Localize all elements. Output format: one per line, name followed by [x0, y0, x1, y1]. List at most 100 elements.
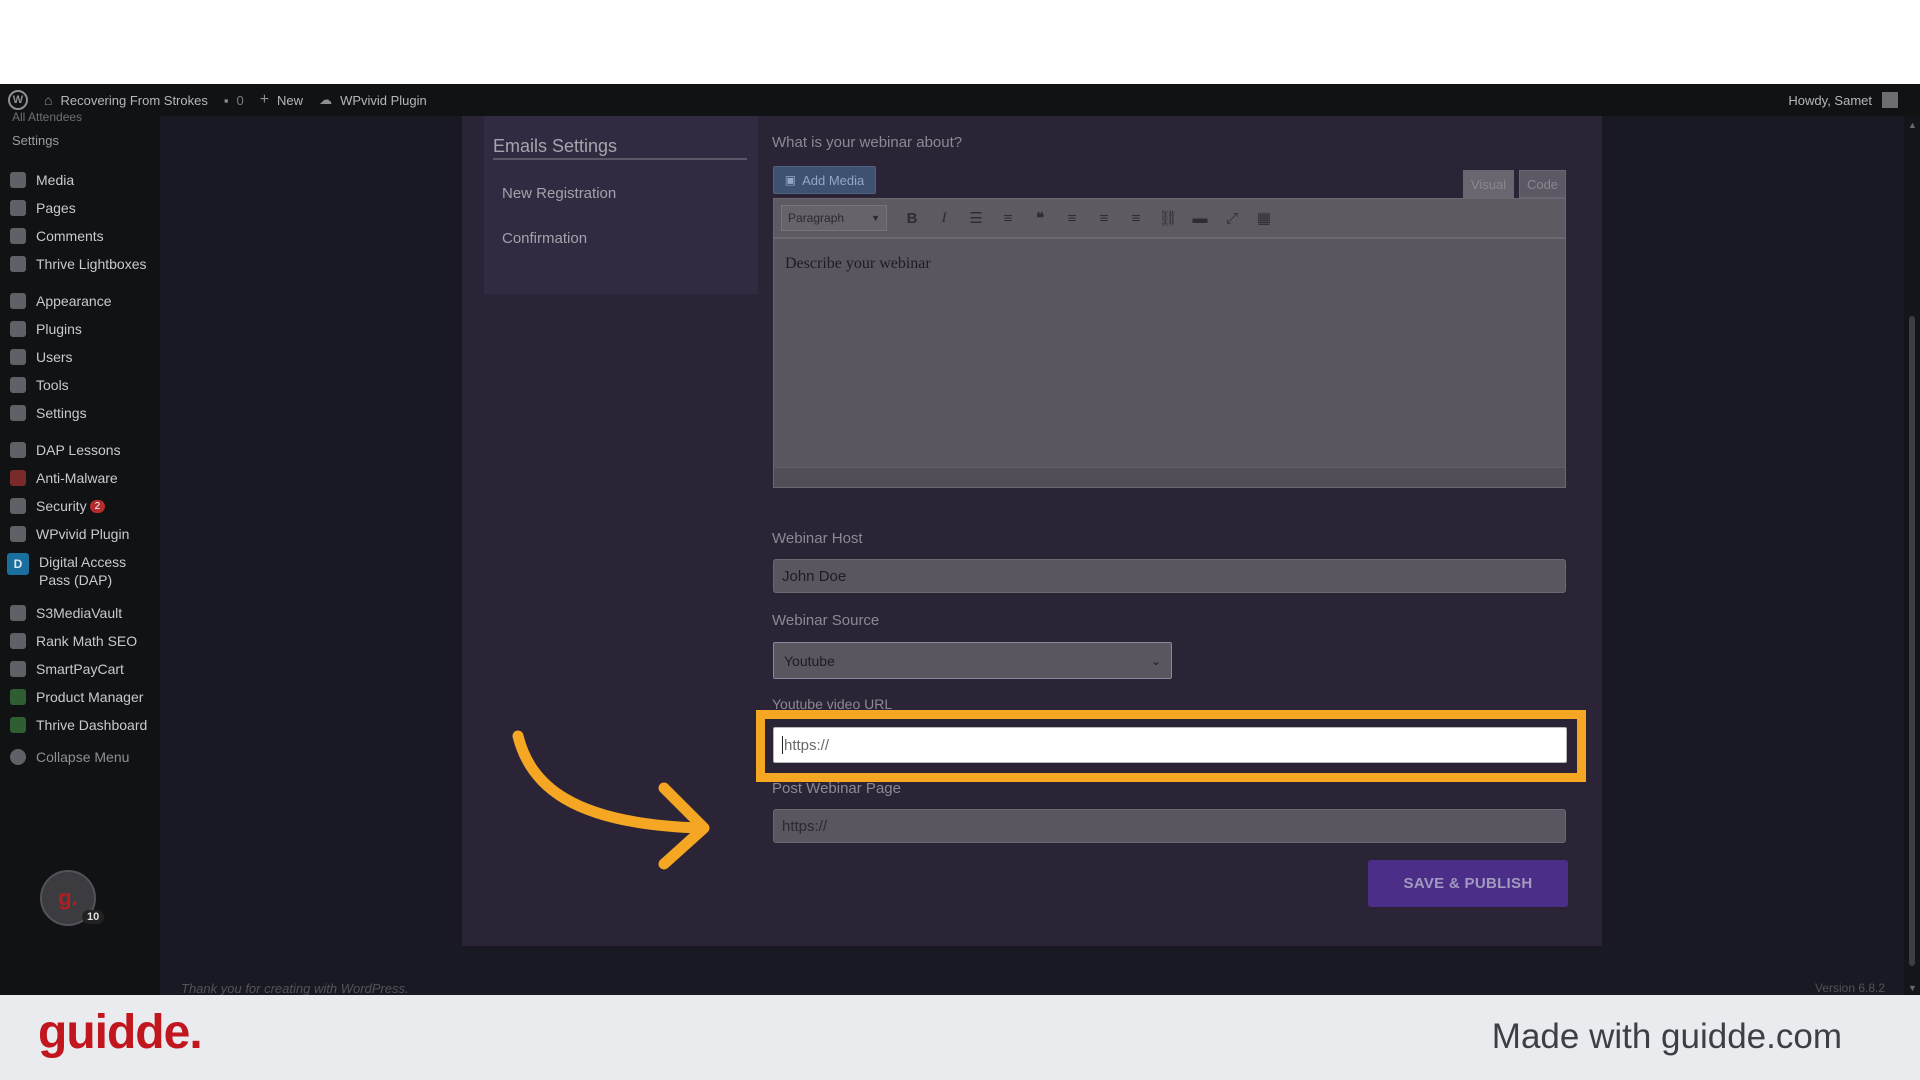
- align-center-icon[interactable]: ≡: [1091, 205, 1117, 231]
- sidebar-item-label: Pages: [36, 200, 76, 216]
- sidebar-item-security[interactable]: Security 2: [0, 497, 160, 515]
- sidebar-item-wpvivid[interactable]: WPvivid Plugin: [0, 525, 160, 543]
- webinar-description-editor[interactable]: Describe your webinar: [773, 238, 1566, 488]
- sidebar-item-thrive-lightboxes[interactable]: Thrive Lightboxes: [0, 255, 160, 273]
- sidebar-item-label: Appearance: [36, 293, 112, 309]
- sidebar-item-smartpaycart[interactable]: SmartPayCart: [0, 660, 160, 678]
- host-label: Webinar Host: [772, 530, 863, 547]
- editor-toolbar: Paragraph ▼ B I ☰ ≡ ❝ ≡ ≡ ≡ ⛓ ▬ ⤢ ▦: [773, 198, 1566, 238]
- media-icon: [10, 172, 26, 188]
- sidebar-item-plugins[interactable]: Plugins: [0, 320, 160, 338]
- comment-bubble-icon: ▪: [223, 92, 229, 108]
- numbered-list-icon[interactable]: ≡: [995, 205, 1021, 231]
- toolbar-toggle-icon[interactable]: ▦: [1251, 205, 1277, 231]
- site-name-link[interactable]: ⌂ Recovering From Strokes: [44, 92, 208, 108]
- bullet-list-icon[interactable]: ☰: [963, 205, 989, 231]
- wordpress-logo-icon: W: [8, 90, 28, 110]
- collapse-menu-button[interactable]: Collapse Menu: [0, 748, 160, 766]
- cloud-icon: [10, 526, 26, 542]
- appearance-icon: [10, 293, 26, 309]
- book-icon: [10, 442, 26, 458]
- align-left-icon[interactable]: ≡: [1059, 205, 1085, 231]
- admin-sidebar: All Attendees Settings Media Pages Comme…: [0, 110, 160, 995]
- dap-icon: D: [7, 553, 29, 575]
- comments-count: 0: [236, 92, 244, 108]
- editor-placeholder: Describe your webinar: [785, 255, 931, 272]
- webinar-host-input[interactable]: John Doe: [773, 559, 1566, 593]
- format-select[interactable]: Paragraph ▼: [781, 205, 887, 231]
- account-menu[interactable]: Howdy, Samet: [1788, 84, 1898, 116]
- sidebar-sub-settings[interactable]: Settings: [12, 133, 59, 148]
- save-publish-button[interactable]: SAVE & PUBLISH: [1368, 860, 1568, 907]
- leaf-icon: [10, 717, 26, 733]
- post-webinar-page-input[interactable]: https://: [773, 809, 1566, 843]
- plugin-label: WPvivid Plugin: [340, 92, 427, 108]
- gear-icon: [10, 633, 26, 649]
- add-media-button[interactable]: ▣ Add Media: [773, 166, 876, 194]
- plugin-link[interactable]: ☁ WPvivid Plugin: [319, 92, 427, 108]
- link-icon[interactable]: ⛓: [1155, 205, 1181, 231]
- scroll-up-icon[interactable]: ▲: [1908, 120, 1917, 130]
- tab-code[interactable]: Code: [1519, 170, 1566, 198]
- wp-logo-link[interactable]: W: [8, 90, 28, 110]
- security-badge: 2: [89, 499, 106, 513]
- site-name: Recovering From Strokes: [60, 92, 208, 108]
- format-select-value: Paragraph: [788, 211, 845, 225]
- scroll-thumb[interactable]: [1909, 316, 1915, 966]
- sidebar-item-pages[interactable]: Pages: [0, 199, 160, 217]
- email-tab-confirmation[interactable]: Confirmation: [502, 230, 587, 247]
- webinar-source-select[interactable]: Youtube ⌄: [773, 642, 1172, 679]
- sidebar-item-users[interactable]: Users: [0, 348, 160, 366]
- fullscreen-icon[interactable]: ⤢: [1219, 205, 1245, 231]
- sidebar-item-label: Comments: [36, 228, 104, 244]
- bold-icon[interactable]: B: [899, 205, 925, 231]
- align-right-icon[interactable]: ≡: [1123, 205, 1149, 231]
- source-label: Webinar Source: [772, 612, 880, 629]
- email-tab-new-registration[interactable]: New Registration: [502, 185, 616, 202]
- sidebar-item-label: S3MediaVault: [36, 605, 123, 621]
- pin-icon: [10, 256, 26, 272]
- sidebar-item-dap-lessons[interactable]: DAP Lessons: [0, 441, 160, 459]
- sidebar-item-label: Security: [36, 498, 87, 514]
- youtube-url-input[interactable]: https://: [773, 727, 1567, 763]
- comments-icon: [10, 228, 26, 244]
- read-more-icon[interactable]: ▬: [1187, 205, 1213, 231]
- sidebar-item-anti-malware[interactable]: Anti-Malware: [0, 469, 160, 487]
- sidebar-item-label: DAP Lessons: [36, 442, 121, 458]
- media-icon: ▣: [784, 173, 797, 187]
- sidebar-item-product-manager[interactable]: Product Manager: [0, 688, 160, 706]
- host-value: John Doe: [782, 567, 847, 585]
- shield-icon: [10, 470, 26, 486]
- editor-statusbar: [774, 467, 1565, 487]
- sidebar-item-tools[interactable]: Tools: [0, 376, 160, 394]
- new-content-link[interactable]: + New: [260, 91, 303, 109]
- sidebar-item-dap[interactable]: D Digital Access Pass (DAP): [0, 553, 160, 589]
- tab-visual[interactable]: Visual: [1463, 170, 1514, 198]
- page-scrollbar[interactable]: ▲ ▼: [1904, 116, 1920, 995]
- new-label: New: [277, 92, 304, 108]
- sidebar-item-label: Settings: [36, 405, 87, 421]
- greeting: Howdy, Samet: [1788, 92, 1872, 108]
- blockquote-icon[interactable]: ❝: [1027, 205, 1053, 231]
- sidebar-item-s3mediavault[interactable]: S3MediaVault: [0, 604, 160, 622]
- pointer-arrow-icon: [512, 730, 710, 870]
- scroll-down-icon[interactable]: ▼: [1908, 983, 1917, 993]
- sidebar-item-settings[interactable]: Settings: [0, 404, 160, 422]
- sidebar-item-rank-math[interactable]: Rank Math SEO: [0, 632, 160, 650]
- post-page-placeholder: https://: [782, 817, 828, 835]
- sidebar-item-thrive-dashboard[interactable]: Thrive Dashboard: [0, 716, 160, 734]
- sidebar-item-comments[interactable]: Comments: [0, 227, 160, 245]
- add-media-label: Add Media: [802, 172, 865, 188]
- italic-icon[interactable]: I: [931, 205, 957, 231]
- sidebar-item-label: Anti-Malware: [36, 470, 118, 486]
- comments-link[interactable]: ▪ 0: [224, 93, 244, 108]
- sidebar-cut-item[interactable]: All Attendees: [12, 110, 82, 124]
- sidebar-item-media[interactable]: Media: [0, 171, 160, 189]
- made-with-text: Made with guidde.com: [1491, 1017, 1842, 1056]
- sidebar-item-label: Users: [36, 349, 73, 365]
- pages-icon: [10, 200, 26, 216]
- sidebar-item-label: Media: [36, 172, 75, 188]
- sidebar-item-label: Product Manager: [36, 689, 144, 705]
- about-label: What is your webinar about?: [772, 134, 963, 151]
- sidebar-item-appearance[interactable]: Appearance: [0, 292, 160, 310]
